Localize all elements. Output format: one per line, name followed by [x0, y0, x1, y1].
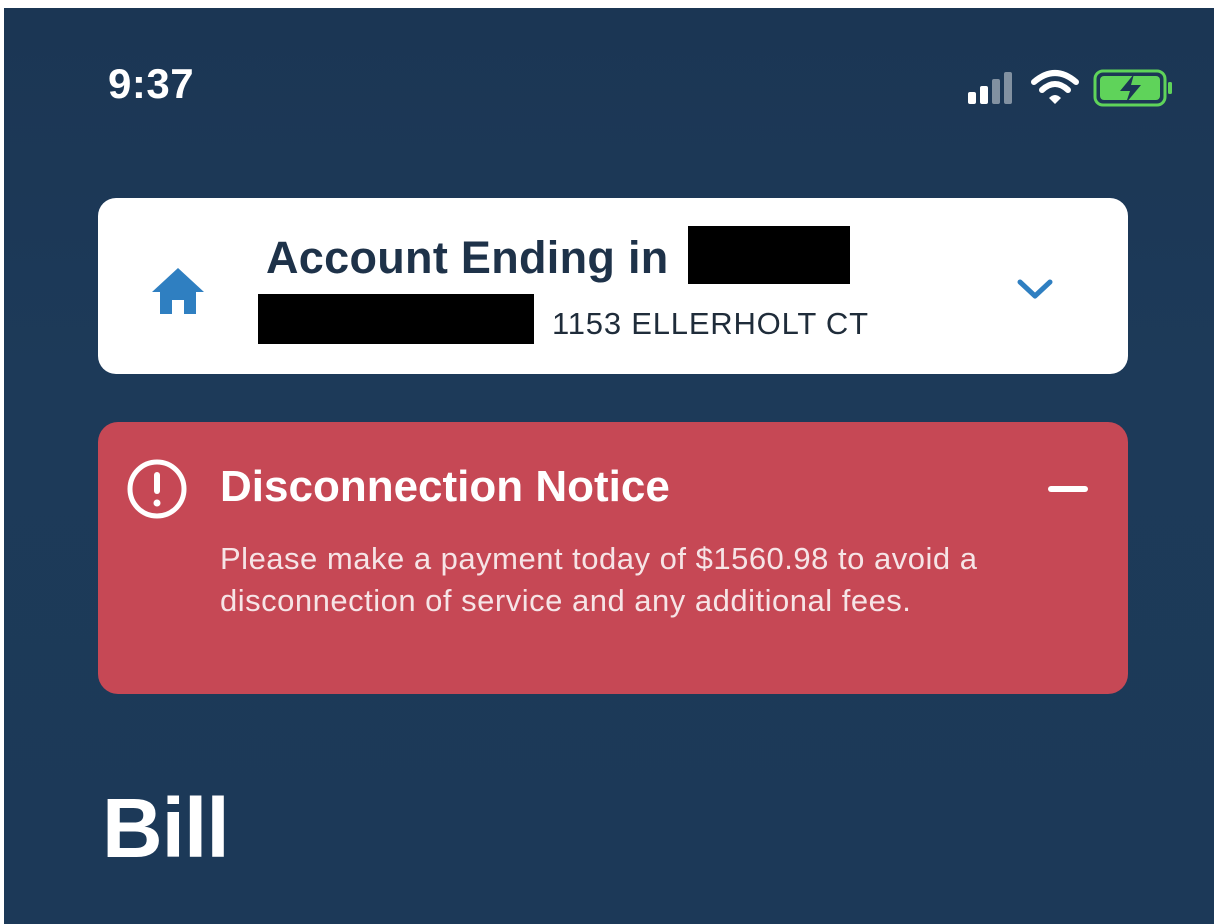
status-icons [962, 66, 1174, 110]
status-time: 9:37 [108, 60, 195, 107]
wifi-icon [1031, 70, 1079, 104]
redacted-account-name [258, 294, 534, 344]
redacted-account-number [688, 226, 850, 284]
chevron-down-icon[interactable] [1014, 274, 1056, 304]
home-icon [152, 268, 204, 314]
account-title: Account Ending in [266, 232, 669, 283]
battery-charging-icon [1093, 69, 1172, 107]
account-selector[interactable]: Account Ending in 1153 ELLERHOLT CT [98, 198, 1128, 374]
cellular-signal-icon [968, 72, 1012, 104]
alert-circle-icon [127, 459, 187, 519]
notice-title: Disconnection Notice [220, 462, 670, 511]
disconnection-notice: Disconnection Notice Please make a payme… [98, 422, 1128, 694]
notice-message: Please make a payment today of $1560.98 … [220, 541, 978, 618]
app-screen: 9:37 Account Ending in 1153 ELLERHOLT CT [4, 8, 1214, 924]
minus-icon[interactable] [1046, 484, 1090, 494]
bill-section-heading: Bill [102, 781, 230, 875]
account-address: 1153 ELLERHOLT CT [552, 306, 869, 341]
